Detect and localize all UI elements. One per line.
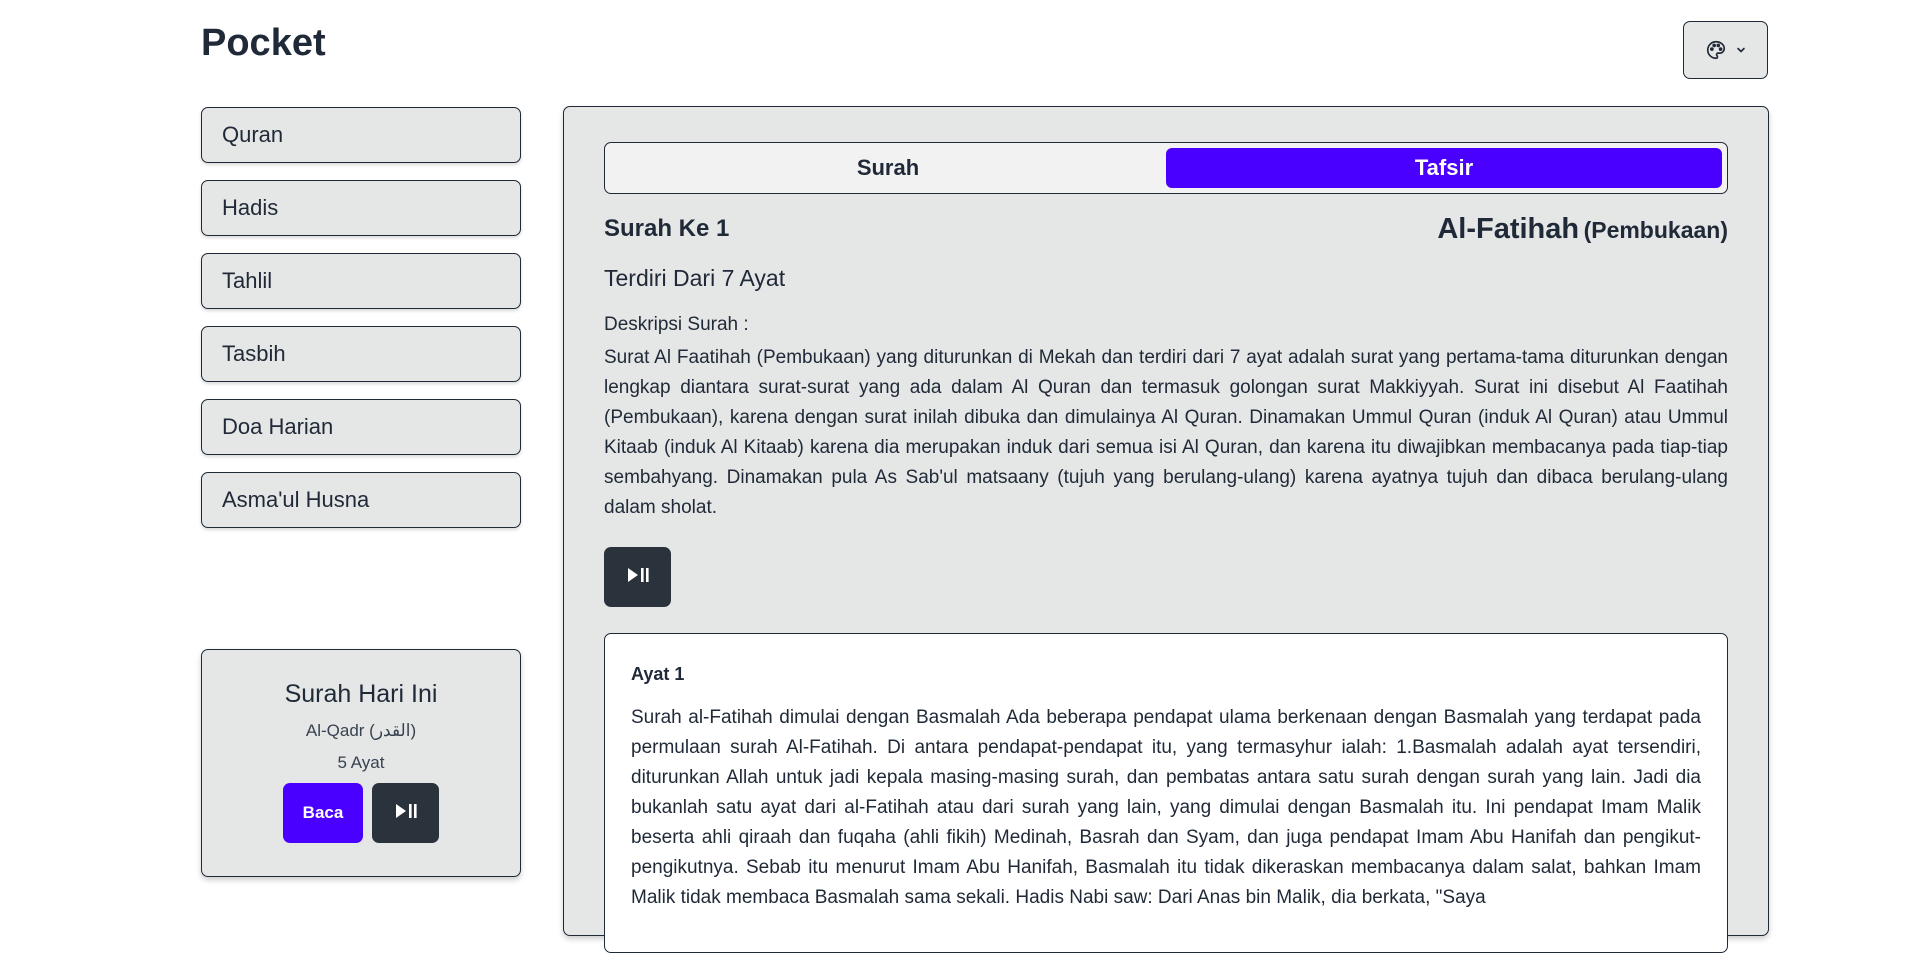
tafsir-ayat-label: Ayat 1 bbox=[631, 664, 685, 684]
surah-of-the-day-name: Al-Qadr (القدر) bbox=[305, 721, 417, 740]
surah-of-the-day-ayat-count: 5 Ayat bbox=[337, 753, 385, 772]
tab-tafsir[interactable]: Tafsir bbox=[1166, 148, 1722, 188]
play-pause-button[interactable] bbox=[372, 783, 439, 843]
surah-meaning: (Pembukaan) bbox=[1583, 217, 1728, 243]
tab-surah[interactable]: Surah bbox=[610, 148, 1166, 188]
tafsir-ayat-card: Ayat 1 Surah al-Fatihah dimulai dengan B… bbox=[604, 633, 1728, 953]
app-root: Pocket Quran Hadis Tahlil Tasbih Doa Har… bbox=[0, 0, 1919, 953]
palette-icon bbox=[1705, 39, 1727, 61]
nav-item-label: Tahlil bbox=[222, 268, 273, 293]
tafsir-text: Surah al-Fatihah dimulai dengan Basmalah… bbox=[631, 707, 1701, 908]
nav-item-doa-harian[interactable]: Doa Harian bbox=[201, 399, 521, 455]
surah-of-the-day-card: Surah Hari Ini Al-Qadr (القدر) 5 Ayat Ba… bbox=[201, 649, 521, 877]
surah-ayat-count: Terdiri Dari 7 Ayat bbox=[604, 265, 786, 291]
surah-of-the-day-actions: Baca bbox=[202, 783, 520, 843]
nav-item-label: Asma'ul Husna bbox=[222, 487, 370, 512]
view-tabs: Surah Tafsir bbox=[604, 142, 1728, 194]
surah-detail-card: Surah Tafsir Surah Ke 1 Al-Fatihah (Pemb… bbox=[563, 106, 1769, 953]
nav-item-label: Hadis bbox=[222, 195, 279, 220]
nav-item-quran[interactable]: Quran bbox=[201, 107, 521, 163]
surah-number: Surah Ke 1 bbox=[604, 215, 730, 242]
chevron-down-icon bbox=[1735, 44, 1747, 56]
nav-item-label: Tasbih bbox=[222, 341, 286, 366]
app-title: Pocket bbox=[201, 22, 326, 64]
surah-name: Al-Fatihah (Pembukaan) bbox=[1437, 213, 1728, 246]
surah-of-the-day-title: Surah Hari Ini bbox=[284, 680, 438, 708]
nav-item-hadis[interactable]: Hadis bbox=[201, 180, 521, 236]
nav-item-tahlil[interactable]: Tahlil bbox=[201, 253, 521, 309]
play-pause-icon bbox=[394, 803, 418, 824]
surah-description: Surat Al Faatihah (Pembukaan) yang ditur… bbox=[604, 347, 1728, 518]
nav-item-label: Quran bbox=[222, 122, 284, 147]
theme-switcher-button[interactable] bbox=[1683, 21, 1768, 79]
play-pause-icon bbox=[626, 567, 650, 588]
nav-item-tasbih[interactable]: Tasbih bbox=[201, 326, 521, 382]
surah-latin-name: Al-Fatihah bbox=[1437, 213, 1580, 245]
audio-play-pause-button[interactable] bbox=[604, 547, 671, 607]
surah-description-label: Deskripsi Surah : bbox=[604, 314, 749, 335]
nav-item-asmaul-husna[interactable]: Asma'ul Husna bbox=[201, 472, 521, 528]
nav-item-label: Doa Harian bbox=[222, 414, 334, 439]
read-button[interactable]: Baca bbox=[283, 783, 363, 843]
